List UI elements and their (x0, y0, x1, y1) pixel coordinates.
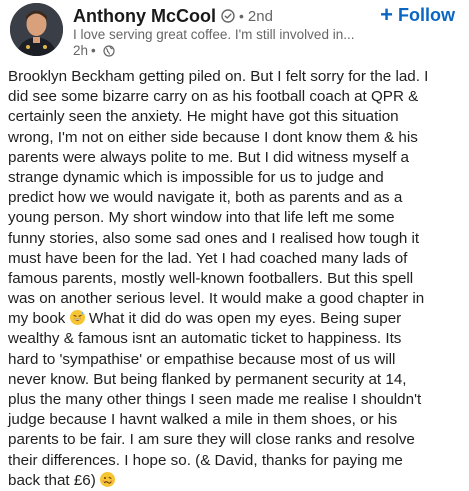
post-body: Brooklyn Beckham getting piled on. But I… (8, 67, 464, 491)
post-meta: 2h • (73, 43, 115, 58)
post-line: funny stories, also some sad ones and I … (8, 229, 420, 247)
verified-badge-icon (221, 9, 235, 23)
post-line: parents to be fair. I am sure they will … (8, 431, 415, 449)
follow-label: Follow (398, 4, 455, 25)
post-line: hard to 'sympathise' or empathise becaus… (8, 350, 396, 368)
post-line: predict how we would navigate it, both a… (8, 189, 403, 207)
feed-post: Anthony McCool • 2nd I love serving grea… (0, 0, 469, 489)
author-avatar[interactable] (10, 3, 63, 56)
post-line: Brooklyn Beckham getting piled on. But I… (8, 68, 429, 85)
post-line: wrong, I'm not on either side because I … (8, 128, 418, 146)
post-line: must have been for the lad. Yet I had co… (8, 249, 408, 267)
post-line-with-emoji: back that £6) (8, 471, 464, 491)
author-name[interactable]: Anthony McCool (73, 6, 216, 27)
post-line-part: What it did do was open my eyes. Being s… (88, 310, 402, 328)
connection-degree: 2nd (247, 7, 273, 25)
post-line: never know. But being flanked by permane… (8, 370, 407, 388)
separator-dot: • (91, 43, 96, 58)
globe-icon (103, 44, 115, 57)
post-line: strange dynamic which is impossible for … (8, 168, 384, 186)
woozy-face-emoji (100, 471, 116, 487)
post-line: parents were always polite to me. But I … (8, 148, 409, 166)
post-time: 2h (73, 43, 89, 58)
post-line: wealthy & famous isnt an automatic ticke… (8, 330, 402, 348)
post-line: young person. My short window into that … (8, 209, 395, 227)
follow-button[interactable]: + Follow (380, 4, 455, 26)
post-line-with-emoji: my book What it did do was open my eyes.… (8, 309, 464, 329)
post-line-part: my book (8, 310, 66, 328)
post-line: was on another serious level. It would m… (8, 290, 425, 308)
post-line: plus the many other things I seen made m… (8, 391, 422, 408)
post-line-part: back that £6) (8, 471, 96, 489)
post-line: their differences. I hope so. (& David, … (8, 451, 403, 469)
author-headline: I love serving great coffee. I'm still i… (73, 27, 355, 42)
plus-icon: + (380, 2, 393, 27)
post-line: judge because I havnt walked a mile in t… (8, 411, 398, 429)
post-line: famous parents, mostly well-known footba… (8, 269, 414, 287)
post-line: did see some bizarre carry on as his foo… (8, 88, 419, 106)
author-name-row: Anthony McCool • 2nd (73, 5, 273, 27)
post-line: certainly seen the anxiety. He might hav… (8, 108, 399, 126)
grinning-sweat-emoji (69, 310, 85, 326)
separator-dot: • (238, 8, 244, 24)
